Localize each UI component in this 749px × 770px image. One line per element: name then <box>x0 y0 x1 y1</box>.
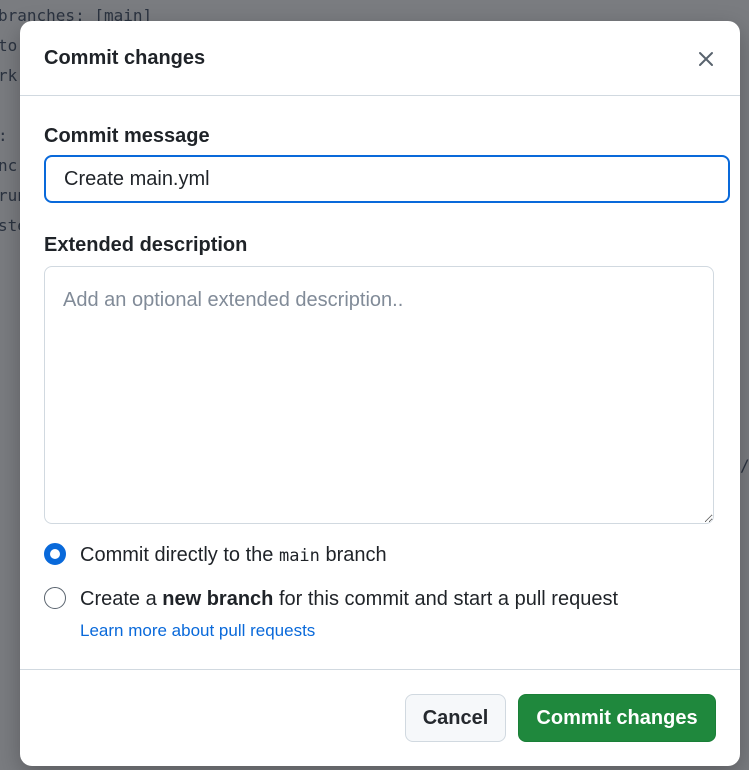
close-icon <box>699 52 713 66</box>
branch-name: main <box>278 546 320 566</box>
commit-direct-suffix: branch <box>319 544 387 566</box>
code-line: nc <box>0 156 18 175</box>
dialog-header: Commit changes <box>20 21 740 96</box>
extended-description-label: Extended description <box>44 234 248 256</box>
code-line: rk <box>0 66 18 85</box>
cancel-button[interactable]: Cancel <box>405 694 506 742</box>
new-branch-prefix: Create a <box>80 588 163 610</box>
new-branch-label[interactable]: Create a new branch for this commit and … <box>80 588 618 611</box>
code-line: / <box>740 456 749 475</box>
commit-direct-radio[interactable] <box>44 543 66 565</box>
footer-divider <box>20 669 740 670</box>
dialog-title: Commit changes <box>44 47 206 69</box>
new-branch-radio[interactable] <box>44 587 66 609</box>
close-button[interactable] <box>692 45 720 73</box>
commit-changes-button[interactable]: Commit changes <box>518 694 716 742</box>
commit-message-label: Commit message <box>44 125 210 147</box>
commit-direct-prefix: Commit directly to the <box>80 544 279 566</box>
learn-more-link[interactable]: Learn more about pull requests <box>80 621 315 641</box>
extended-description-textarea[interactable] <box>44 266 714 524</box>
commit-dialog: Commit changes Commit message Extended d… <box>20 21 740 766</box>
code-line: : <box>0 126 8 145</box>
commit-message-input[interactable] <box>44 155 730 203</box>
new-branch-bold: new branch <box>162 588 274 610</box>
new-branch-suffix: for this commit and start a pull request <box>273 588 618 610</box>
commit-direct-label[interactable]: Commit directly to the main branch <box>80 544 387 567</box>
code-line: to <box>0 36 18 55</box>
